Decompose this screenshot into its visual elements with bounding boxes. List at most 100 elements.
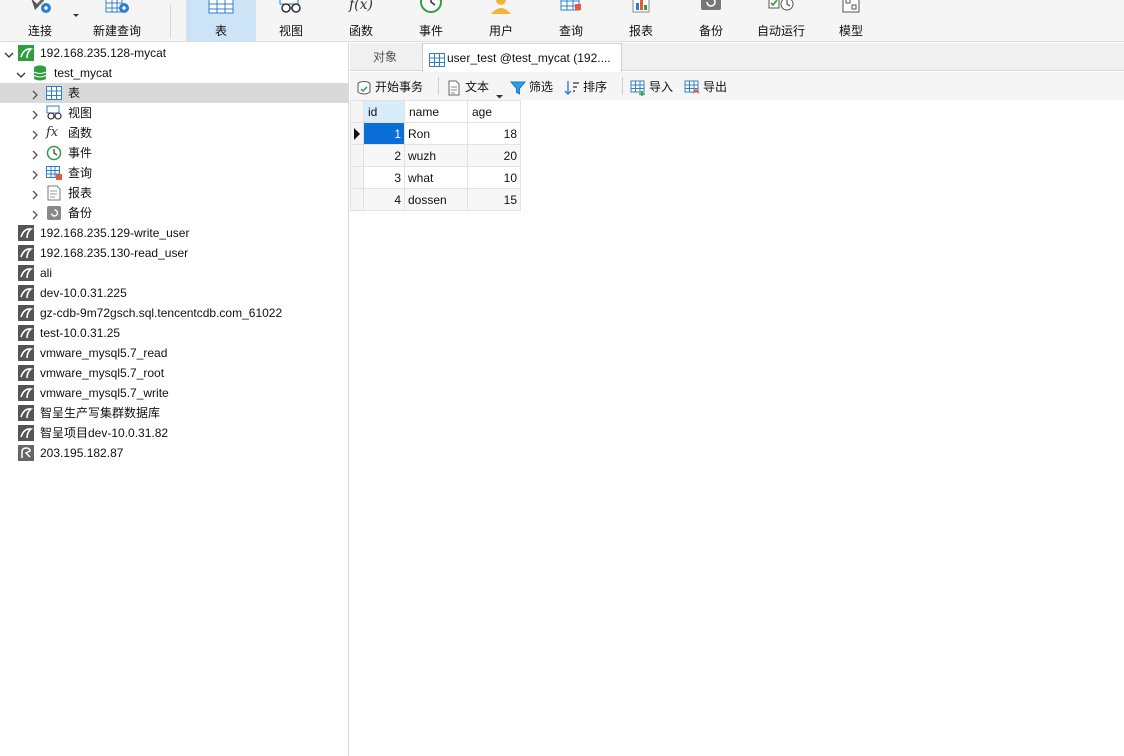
begin-transaction-button[interactable]: 开始事务 bbox=[356, 72, 430, 100]
row-indicator[interactable] bbox=[350, 188, 364, 211]
expand-chevron-icon[interactable] bbox=[30, 207, 40, 220]
tree-connection-mycat[interactable]: 192.168.235.128-mycat bbox=[0, 43, 349, 63]
cell-name[interactable]: what bbox=[404, 166, 468, 189]
event-button[interactable]: 事件 bbox=[396, 0, 466, 42]
table-button[interactable]: 表 bbox=[186, 0, 256, 42]
tree-item-label: 报表 bbox=[68, 186, 93, 200]
tree-connection[interactable]: 203.195.182.87 bbox=[0, 443, 349, 463]
data-grid[interactable]: id name age 1 Ron 18 2 wuzh 20 3 what 10… bbox=[350, 100, 1124, 756]
expand-chevron-icon[interactable] bbox=[30, 127, 40, 140]
tree-connection[interactable]: 192.168.235.129-write_user bbox=[0, 223, 349, 243]
expand-chevron-icon[interactable] bbox=[30, 147, 40, 160]
tree-connection[interactable]: 智呈项目dev-10.0.31.82 bbox=[0, 423, 349, 443]
tree-connection[interactable]: 192.168.235.130-read_user bbox=[0, 243, 349, 263]
tree-connection-label: 192.168.235.129-write_user bbox=[40, 226, 190, 240]
table-row[interactable]: 4 dossen 15 bbox=[350, 188, 521, 211]
row-indicator-header bbox=[350, 100, 364, 123]
cell-id[interactable]: 3 bbox=[363, 166, 405, 189]
mariadb-connection-icon bbox=[18, 445, 34, 461]
tree-connection-label: vmware_mysql5.7_read bbox=[40, 346, 168, 360]
table-row[interactable]: 3 what 10 bbox=[350, 166, 521, 189]
tree-item-backups[interactable]: 备份 bbox=[0, 203, 349, 223]
tree-item-functions[interactable]: fx 函数 bbox=[0, 123, 349, 143]
export-button[interactable]: 导出 bbox=[684, 72, 734, 100]
cell-age[interactable]: 20 bbox=[467, 144, 521, 167]
column-header-name[interactable]: name bbox=[404, 100, 468, 123]
tree-connection[interactable]: gz-cdb-9m72gsch.sql.tencentcdb.com_61022 bbox=[0, 303, 349, 323]
tree-item-label: 表 bbox=[68, 86, 81, 100]
connect-button[interactable]: 连接 bbox=[8, 0, 72, 42]
table-row[interactable]: 2 wuzh 20 bbox=[350, 144, 521, 167]
expand-chevron-icon[interactable] bbox=[30, 187, 40, 200]
connection-tree[interactable]: 192.168.235.128-mycat test_mycat 表 视图 fx… bbox=[0, 43, 349, 756]
cell-name[interactable]: wuzh bbox=[404, 144, 468, 167]
cell-id[interactable]: 1 bbox=[363, 122, 405, 145]
tree-connection[interactable]: vmware_mysql5.7_read bbox=[0, 343, 349, 363]
grid-toolbar: 开始事务 文本 筛选 排序 导入 导出 bbox=[350, 72, 1124, 100]
tree-connection-label: 192.168.235.130-read_user bbox=[40, 246, 189, 260]
cell-name[interactable]: dossen bbox=[404, 188, 468, 211]
tree-connection-label: vmware_mysql5.7_root bbox=[40, 366, 165, 380]
filter-label: 筛选 bbox=[529, 80, 554, 94]
backup-button[interactable]: 备份 bbox=[676, 0, 746, 42]
tree-item-queries[interactable]: 查询 bbox=[0, 163, 349, 183]
tree-connection-label: 智呈项目dev-10.0.31.82 bbox=[40, 426, 169, 440]
new-query-button[interactable]: 新建查询 bbox=[84, 0, 150, 42]
row-indicator[interactable] bbox=[350, 166, 364, 189]
import-button[interactable]: 导入 bbox=[630, 72, 680, 100]
tree-database-test-mycat[interactable]: test_mycat bbox=[0, 63, 349, 83]
expand-chevron-icon[interactable] bbox=[30, 107, 40, 120]
event-icon bbox=[46, 145, 62, 161]
filter-funnel-icon bbox=[509, 78, 527, 95]
tree-item-label: 备份 bbox=[68, 206, 93, 220]
expand-chevron-icon[interactable] bbox=[30, 87, 40, 100]
query-button[interactable]: 查询 bbox=[536, 0, 606, 42]
tree-connection[interactable]: test-10.0.31.25 bbox=[0, 323, 349, 343]
cell-age[interactable]: 18 bbox=[467, 122, 521, 145]
user-icon bbox=[488, 0, 514, 14]
tab-objects[interactable]: 对象 bbox=[350, 43, 420, 71]
grid-toolbar-separator bbox=[438, 77, 439, 95]
cell-name[interactable]: Ron bbox=[404, 122, 468, 145]
cell-age[interactable]: 10 bbox=[467, 166, 521, 189]
tree-connection[interactable]: 智呈生产写集群数据库 bbox=[0, 403, 349, 423]
function-button[interactable]: f(x) 函数 bbox=[326, 0, 396, 42]
tree-connection[interactable]: vmware_mysql5.7_root bbox=[0, 363, 349, 383]
event-label: 事件 bbox=[418, 24, 443, 38]
table-row[interactable]: 1 Ron 18 bbox=[350, 122, 521, 145]
tree-connection[interactable]: vmware_mysql5.7_write bbox=[0, 383, 349, 403]
column-header-age[interactable]: age bbox=[467, 100, 521, 123]
tree-item-views[interactable]: 视图 bbox=[0, 103, 349, 123]
report-button[interactable]: 报表 bbox=[606, 0, 676, 42]
column-header-id[interactable]: id bbox=[363, 100, 405, 123]
tree-item-events[interactable]: 事件 bbox=[0, 143, 349, 163]
mysql-connection-icon bbox=[18, 245, 34, 261]
collapse-chevron-icon[interactable] bbox=[16, 67, 26, 79]
cell-id[interactable]: 2 bbox=[363, 144, 405, 167]
row-indicator[interactable] bbox=[350, 144, 364, 167]
begin-transaction-label: 开始事务 bbox=[375, 80, 424, 94]
tree-connection[interactable]: dev-10.0.31.225 bbox=[0, 283, 349, 303]
tree-item-reports[interactable]: 报表 bbox=[0, 183, 349, 203]
tree-connection-label: 智呈生产写集群数据库 bbox=[40, 406, 161, 420]
cell-id[interactable]: 4 bbox=[363, 188, 405, 211]
tree-connection[interactable]: ali bbox=[0, 263, 349, 283]
collapse-chevron-icon[interactable] bbox=[4, 47, 14, 59]
connect-label: 连接 bbox=[27, 24, 52, 38]
filter-button[interactable]: 筛选 bbox=[509, 72, 560, 100]
expand-chevron-icon[interactable] bbox=[30, 167, 40, 180]
text-view-label: 文本 bbox=[465, 80, 490, 94]
tree-item-tables[interactable]: 表 bbox=[0, 83, 349, 103]
cell-age[interactable]: 15 bbox=[467, 188, 521, 211]
result-table[interactable]: id name age 1 Ron 18 2 wuzh 20 3 what 10… bbox=[350, 100, 521, 211]
tab-user-test[interactable]: user_test @test_mycat (192.... bbox=[422, 43, 622, 72]
view-button[interactable]: 视图 bbox=[256, 0, 326, 42]
automation-button[interactable]: 自动运行 bbox=[746, 0, 816, 42]
connect-dropdown-arrow-icon[interactable] bbox=[72, 8, 80, 17]
text-view-button[interactable]: 文本 bbox=[446, 72, 506, 100]
user-button[interactable]: 用户 bbox=[466, 0, 536, 42]
model-button[interactable]: 模型 bbox=[816, 0, 886, 42]
sort-button[interactable]: 排序 bbox=[564, 72, 614, 100]
mysql-connection-icon bbox=[18, 305, 34, 321]
row-indicator[interactable] bbox=[350, 122, 364, 145]
